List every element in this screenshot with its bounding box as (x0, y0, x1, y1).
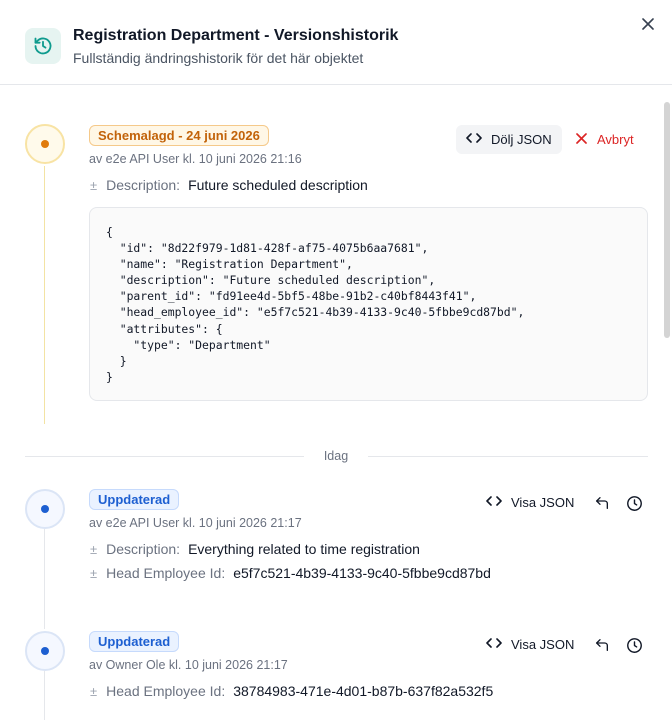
json-viewer: { "id": "8d22f979-1d81-428f-af75-4075b6a… (89, 207, 648, 401)
status-badge-updated: Uppdaterad (89, 489, 180, 510)
history-timeline: Schemalagd - 24 juni 2026 av e2e API Use… (0, 86, 672, 720)
status-dot (41, 140, 49, 148)
timeline-line (44, 166, 45, 424)
revert-icon[interactable] (592, 493, 612, 513)
timeline-node-updated (25, 489, 65, 529)
cancel-label: Avbryt (597, 132, 634, 147)
change-value: e5f7c521-4b39-4133-9c40-5fbbe9cd87bd (233, 565, 491, 581)
show-json-label: Visa JSON (511, 495, 575, 510)
divider-left (25, 456, 304, 457)
diff-icon: ± (90, 684, 98, 699)
divider-right (368, 456, 648, 457)
diff-icon: ± (90, 178, 98, 193)
x-icon (576, 132, 587, 147)
change-row: ± Description: Future scheduled descript… (90, 177, 368, 193)
show-json-label: Visa JSON (511, 637, 575, 652)
change-value: 38784983-471e-4d01-b87b-637f82a532f5 (233, 683, 494, 699)
code-icon (486, 637, 502, 652)
revert-icon[interactable] (592, 635, 612, 655)
clock-icon[interactable] (624, 635, 644, 655)
timeline-line (44, 529, 45, 629)
code-icon (466, 132, 482, 147)
hide-json-label: Dölj JSON (491, 132, 552, 147)
change-row: ± Head Employee Id: 38784983-471e-4d01-b… (90, 683, 493, 699)
timeline-node-updated (25, 631, 65, 671)
show-json-button[interactable]: Visa JSON (476, 488, 584, 517)
status-dot (41, 647, 49, 655)
code-icon (486, 495, 502, 510)
change-row: ± Head Employee Id: e5f7c521-4b39-4133-9… (90, 565, 491, 581)
status-badge-updated: Uppdaterad (89, 631, 180, 652)
timeline-line (44, 671, 45, 720)
status-dot (41, 505, 49, 513)
entry-meta: av e2e API User kl. 10 juni 2026 21:16 (89, 152, 302, 166)
dialog-title: Registration Department - Versionshistor… (73, 27, 399, 44)
change-field: Head Employee Id: (106, 565, 226, 581)
show-json-button[interactable]: Visa JSON (476, 630, 584, 659)
change-value: Future scheduled description (188, 177, 368, 193)
change-value: Everything related to time registration (188, 541, 420, 557)
cancel-schedule-button[interactable]: Avbryt (576, 125, 634, 154)
change-field: Description: (106, 541, 181, 557)
change-field: Description: (106, 177, 181, 193)
timeline-node-scheduled (25, 124, 65, 164)
dialog-subtitle: Fullständig ändringshistorik för det här… (73, 50, 364, 66)
status-badge-scheduled: Schemalagd - 24 juni 2026 (89, 125, 269, 146)
entry-meta: av Owner Ole kl. 10 juni 2026 21:17 (89, 658, 288, 672)
hide-json-button[interactable]: Dölj JSON (456, 125, 562, 154)
entry-meta: av e2e API User kl. 10 juni 2026 21:17 (89, 516, 302, 530)
json-content: { "id": "8d22f979-1d81-428f-af75-4075b6a… (106, 225, 525, 384)
clock-icon[interactable] (624, 493, 644, 513)
change-row: ± Description: Everything related to tim… (90, 541, 420, 557)
diff-icon: ± (90, 542, 98, 557)
divider-label-today: Idag (323, 449, 349, 463)
history-icon (25, 28, 61, 64)
diff-icon: ± (90, 566, 98, 581)
close-icon[interactable] (638, 14, 658, 34)
dialog-header: Registration Department - Versionshistor… (0, 0, 672, 85)
change-field: Head Employee Id: (106, 683, 226, 699)
